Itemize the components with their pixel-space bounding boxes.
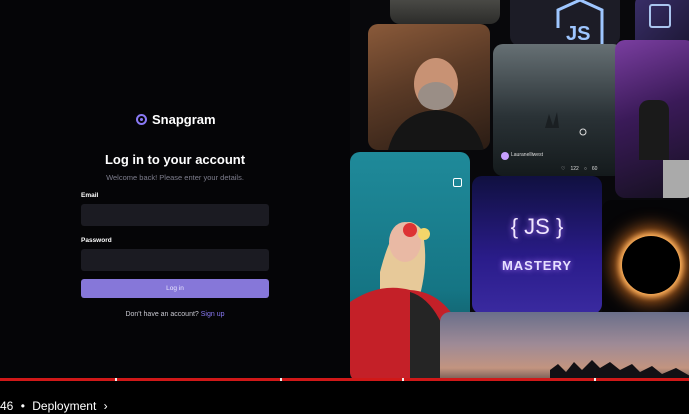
crowd-silhouette	[550, 360, 689, 380]
eclipse-image	[622, 236, 680, 294]
password-label: Password	[81, 237, 112, 244]
gallery-card-top-left	[390, 0, 500, 24]
comment-count: 60	[591, 166, 598, 172]
gallery-card-jsmastery: { JS } MASTERY	[472, 176, 602, 314]
chevron-right-icon: ›	[103, 399, 108, 413]
video-progress-bar[interactable]	[0, 378, 689, 381]
post-username: Lauranelliwest	[511, 152, 543, 158]
email-label: Email	[81, 192, 99, 199]
chapter-separator: •	[20, 399, 25, 413]
chapter-marker	[402, 378, 404, 381]
gallery-card-portrait	[368, 24, 490, 150]
video-time: 46	[0, 399, 14, 413]
email-field[interactable]	[81, 204, 269, 226]
page-title: Log in to your account	[104, 152, 246, 167]
post-stats: ♡ 122 ○ 60	[561, 166, 597, 172]
signup-prompt-text: Don't have an account?	[125, 311, 199, 318]
snapgram-logo-icon	[136, 114, 147, 125]
avatar	[501, 152, 509, 160]
portrait-image	[388, 58, 484, 150]
chapter-name: Deployment	[32, 399, 97, 413]
neon-js-text: { JS }	[510, 214, 564, 239]
password-field[interactable]	[81, 249, 269, 271]
brand-name: Snapgram	[152, 112, 216, 127]
chapter-title[interactable]: 46 • Deployment ›	[0, 399, 108, 413]
chapter-marker	[594, 378, 596, 381]
login-panel: Snapgram Log in to your account Welcome …	[0, 0, 350, 380]
gallery-card-sunset	[440, 312, 689, 380]
chapter-marker	[115, 378, 117, 381]
page-subtitle: Welcome back! Please enter your details.	[106, 173, 244, 182]
login-button[interactable]: Log in	[81, 279, 269, 298]
signup-link[interactable]: Sign up	[201, 311, 225, 318]
chapter-marker	[280, 378, 282, 381]
like-count: 122	[570, 166, 579, 172]
brand-logo: Snapgram	[136, 112, 216, 127]
gallery-card-post: Lauranelliwest ♡ 122 ○ 60	[493, 44, 623, 176]
neon-mastery-text: MASTERY	[501, 258, 573, 273]
js-badge-text: JS	[566, 23, 590, 45]
image-gallery: JS Lauranelliwest ♡ 122 ○ 60 {JS} MAST…	[350, 0, 689, 380]
comment-icon[interactable]: ○	[584, 166, 587, 172]
save-icon[interactable]	[453, 178, 462, 187]
gallery-card-concert	[615, 40, 689, 198]
gallery-card-js-badge: JS	[510, 0, 620, 46]
js-badge-icon: JS	[556, 0, 604, 46]
signup-prompt: Don't have an account? Sign up	[0, 311, 350, 318]
like-icon[interactable]: ♡	[561, 166, 565, 172]
